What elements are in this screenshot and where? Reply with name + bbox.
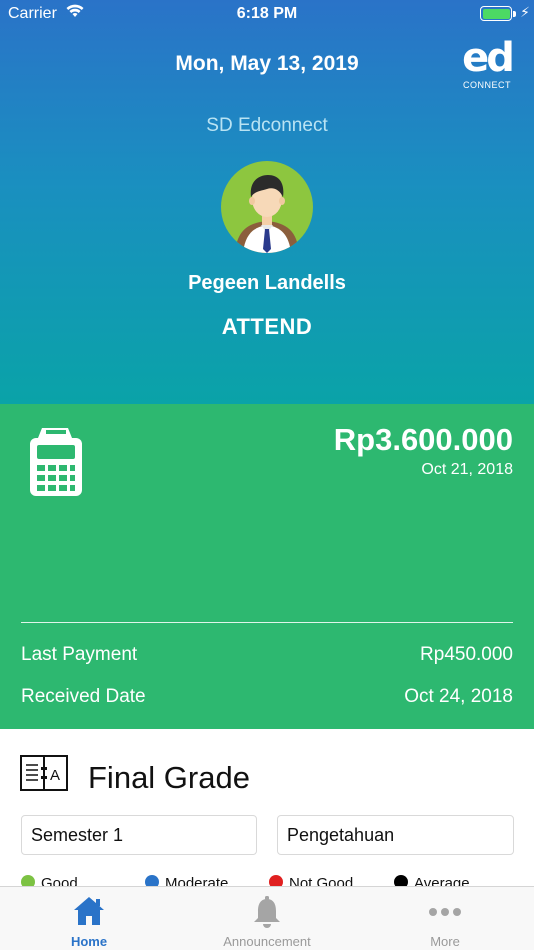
payment-divider <box>21 622 513 623</box>
more-icon <box>428 905 462 920</box>
attendance-status: ATTEND <box>221 314 313 339</box>
home-icon <box>72 895 106 930</box>
header: Carrier 6:18 PM ⚡ Mon, May 13, 2019 ed C… <box>0 0 534 404</box>
tab-more-label: More <box>430 934 460 949</box>
final-grade-section: A Final Grade Semester 1 Pengetahuan Goo… <box>0 729 534 889</box>
last-payment-value: Rp450.000 <box>420 644 513 665</box>
payment-amount: Rp3.600.000 <box>333 422 513 457</box>
battery-icon <box>480 6 512 21</box>
received-date-label: Received Date <box>21 686 146 707</box>
tab-announcement-label: Announcement <box>223 934 311 949</box>
last-payment-label: Last Payment <box>21 644 138 665</box>
tab-announcement[interactable]: Announcement <box>178 887 356 950</box>
tab-more[interactable]: More <box>356 887 534 950</box>
student-name: Pegeen Landells <box>188 272 346 294</box>
charging-icon: ⚡ <box>520 4 530 20</box>
received-date-value: Oct 24, 2018 <box>404 686 513 707</box>
semester-select[interactable]: Semester 1 <box>21 815 257 855</box>
school-name: SD Edconnect <box>206 115 328 136</box>
tab-home[interactable]: Home <box>0 887 178 950</box>
student-avatar[interactable] <box>221 161 313 253</box>
battery-tip <box>513 11 516 17</box>
edconnect-logo: ed CONNECT <box>460 35 515 92</box>
bell-icon <box>252 895 282 932</box>
final-grade-title: Final Grade <box>88 760 250 795</box>
svg-text:A: A <box>50 767 60 784</box>
book-icon: A <box>20 755 68 791</box>
status-bar: Carrier 6:18 PM ⚡ <box>0 0 534 28</box>
logo-text: ed <box>462 35 515 81</box>
current-date: Mon, May 13, 2019 <box>175 52 359 75</box>
tab-bar: Home Announcement More <box>0 886 534 950</box>
payment-due-date: Oct 21, 2018 <box>421 461 513 478</box>
tab-home-label: Home <box>70 934 108 949</box>
status-time: 6:18 PM <box>236 5 298 22</box>
category-select[interactable]: Pengetahuan <box>277 815 514 855</box>
calculator-icon <box>28 426 84 496</box>
payment-card[interactable]: Rp3.600.000 Oct 21, 2018 Last Payment Rp… <box>0 404 534 729</box>
logo-subtext: CONNECT <box>463 80 511 90</box>
